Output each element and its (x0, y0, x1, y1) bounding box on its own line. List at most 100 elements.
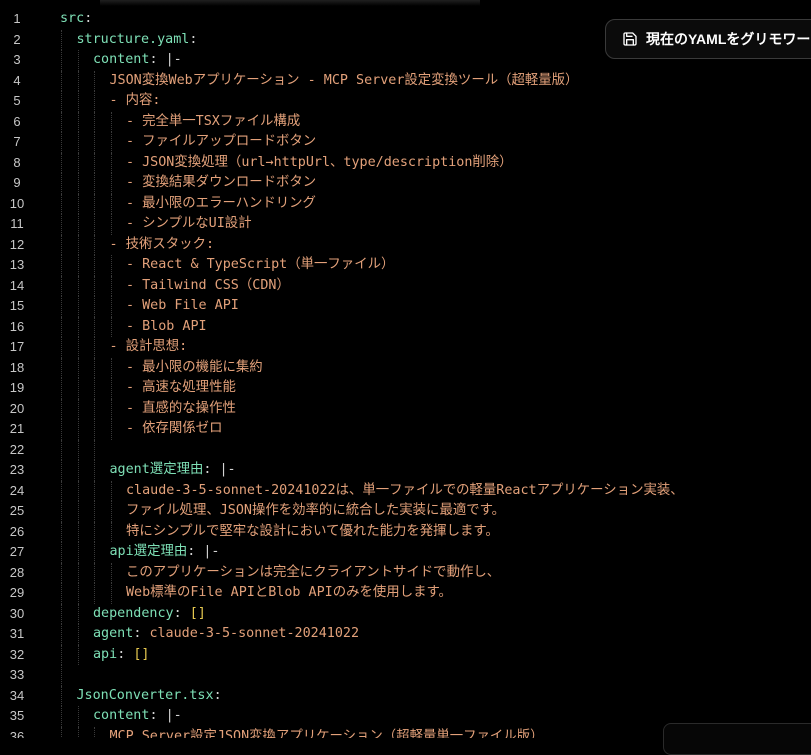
indent-guide (61, 275, 62, 296)
indent-guide (77, 275, 79, 296)
indent-guide (94, 378, 95, 399)
indent-guide (110, 583, 112, 604)
code-line[interactable]: 32 api: [] (0, 644, 811, 665)
code-line[interactable]: 9 - 変換結果ダウンロードボタン (0, 173, 811, 194)
indent-guide (61, 685, 62, 706)
line-number: 10 (9, 195, 25, 211)
code-line[interactable]: 17 - 設計思想: (0, 337, 811, 358)
indent-guide (94, 726, 95, 738)
code-line[interactable]: 19 - 高速な処理性能 (0, 378, 811, 399)
line-number: 14 (9, 277, 25, 293)
indent-guide (61, 91, 62, 112)
indent-guide (94, 91, 95, 112)
code-line[interactable]: 34 JsonConverter.tsx: (0, 685, 811, 706)
line-number: 21 (9, 421, 25, 436)
yaml-punctuation: |- (165, 52, 182, 67)
line-number: 31 (9, 626, 25, 641)
line-number: 23 (9, 462, 25, 477)
indent-guide (77, 583, 79, 604)
yaml-key: agent選定理由 (109, 462, 204, 477)
indent-guide (94, 480, 95, 501)
yaml-value: - 内容: (109, 93, 161, 108)
yaml-value: claude-3-5-sonnet-20241022 (149, 626, 360, 641)
code-line[interactable]: 16 - Blob API (0, 316, 811, 338)
code-line[interactable]: 30 dependency: [] (0, 603, 811, 624)
floating-panel[interactable] (663, 723, 811, 755)
indent-guide (110, 173, 112, 194)
code-line[interactable]: 8 - JSON変換処理（url→httpUrl、type/description… (0, 152, 811, 174)
code-editor[interactable]: 1 src: 2 structure.yaml: 3 content: |- 4 JSON変換… (0, 0, 811, 738)
code-line[interactable]: 31 agent: claude-3-5-sonnet-20241022 (0, 624, 811, 645)
code-line[interactable]: 27 api選定理由: |- (0, 542, 811, 563)
indent-guide (61, 173, 62, 194)
yaml-value: このアプリケーションは完全にクライアントサイドで動作し、 (126, 564, 501, 580)
indent-guide (61, 398, 62, 419)
code-text: - 内容: (110, 91, 161, 112)
yaml-value: - 設計思想: (109, 339, 188, 354)
line-number: 18 (9, 359, 25, 375)
indent-guide (110, 132, 112, 153)
code-line[interactable]: 26 特にシンプルで堅牢な設計において優れた能力を発揮します。 (0, 521, 811, 542)
code-line[interactable]: 20 - 直感的な操作性 (0, 398, 811, 419)
code-line[interactable]: 25 ファイル処理、JSON操作を効率的に統合した実装に最適です。 (0, 501, 811, 522)
code-line[interactable]: 22 (0, 439, 811, 460)
indent-guide (77, 419, 79, 440)
indent-guide (110, 214, 112, 235)
code-line[interactable]: 11 - シンプルなUI設計 (0, 214, 811, 235)
code-line[interactable]: 28 このアプリケーションは完全にクライアントサイドで動作し、 (0, 562, 811, 584)
indent-guide (61, 439, 62, 460)
code-line[interactable]: 6 - 完全単一TSXファイル構成 (0, 111, 811, 133)
yaml-key: JsonConverter.tsx (76, 687, 214, 703)
code-line[interactable]: 5 - 内容: (0, 91, 811, 112)
yaml-punctuation: |- (203, 544, 220, 559)
scroll-shadow (100, 0, 480, 6)
save-button-label: 現在のYAMLをグリモワー (646, 31, 811, 47)
code-line[interactable]: 7 - ファイルアップロードボタン (0, 132, 811, 153)
code-line[interactable]: 4 JSON変換Webアプリケーション - MCP Server設定変換ツール（超… (0, 70, 811, 91)
code-text: - React & TypeScript（単一ファイル） (126, 255, 394, 276)
indent-guide (110, 562, 112, 583)
code-line[interactable]: 21 - 依存関係ゼロ (0, 419, 811, 440)
code-text: このアプリケーションは完全にクライアントサイドで動作し、 (126, 563, 500, 584)
indent-guide (61, 624, 62, 645)
code-text: - 完全単一TSXファイル構成 (126, 112, 300, 133)
line-number: 35 (9, 708, 25, 723)
save-icon (623, 32, 637, 46)
code-line[interactable]: 24 claude-3-5-sonnet-20241022は、単一ファイルでの軽量… (0, 480, 811, 501)
indent-guide (110, 501, 112, 522)
code-line[interactable]: 10 - 最小限のエラーハンドリング (0, 193, 811, 214)
indent-guide (94, 337, 95, 358)
line-number: 33 (9, 667, 25, 682)
code-text: - 設計思想: (110, 337, 188, 358)
indent-guide (61, 214, 62, 235)
code-line[interactable]: 15 - Web File API (0, 296, 811, 317)
indent-guide (77, 357, 79, 378)
indent-guide (110, 111, 112, 132)
indent-guide (77, 132, 79, 153)
code-line[interactable]: 18 - 最小限の機能に集約 (0, 357, 811, 378)
yaml-value: JSON変換Webアプリケーション - MCP Server設定変換ツール（超軽… (109, 72, 579, 88)
code-text: - Tailwind CSS（CDN） (126, 276, 290, 297)
line-number: 6 (13, 113, 21, 129)
indent-guide (94, 419, 95, 440)
indent-guide (94, 562, 95, 583)
code-line[interactable]: 29 Web標準のFile APIとBlob APIのみを使用します。 (0, 583, 811, 604)
indent-guide (77, 337, 79, 358)
code-text: - JSON変換処理（url→httpUrl、type/description削… (126, 153, 513, 174)
save-yaml-to-grimoire-button[interactable]: 現在のYAMLをグリモワー (605, 19, 811, 59)
code-line[interactable]: 33 (0, 665, 811, 686)
code-line[interactable]: 12 - 技術スタック: (0, 234, 811, 255)
code-line[interactable]: 13 - React & TypeScript（単一ファイル） (0, 255, 811, 276)
yaml-value: 特にシンプルで堅牢な設計において優れた能力を発揮します。 (126, 523, 499, 539)
code-line[interactable]: 14 - Tailwind CSS（CDN） (0, 275, 811, 297)
yaml-punctuation: : (173, 605, 190, 621)
code-text: - Blob API (126, 317, 207, 338)
yaml-punctuation: |- (165, 708, 182, 723)
yaml-punctuation: : (203, 462, 220, 477)
code-line[interactable]: 23 agent選定理由: |- (0, 460, 811, 481)
yaml-value: - 依存関係ゼロ (126, 421, 223, 436)
indent-guide (94, 521, 95, 542)
indent-guide (77, 398, 79, 419)
line-number: 1 (13, 11, 21, 26)
indent-guide (77, 624, 79, 645)
